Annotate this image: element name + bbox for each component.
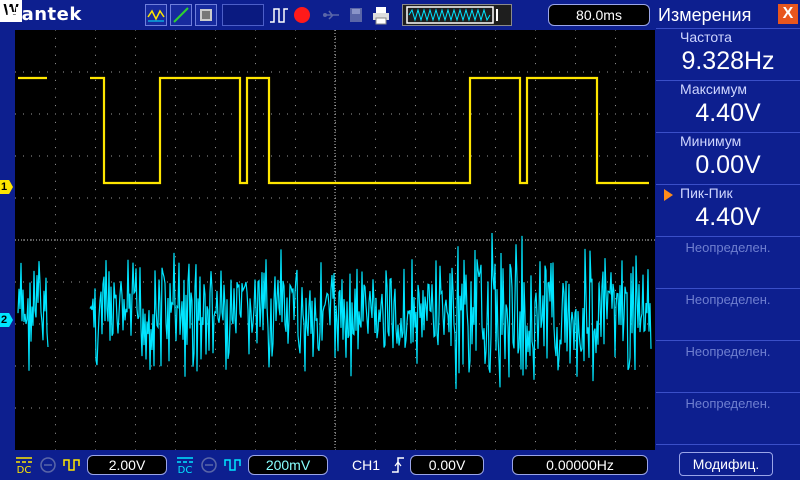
measurement-peak-to-peak[interactable]: Пик-Пик 4.40V [656,184,800,236]
ch1-bw-limit-icon[interactable] [38,456,58,474]
undefined-label: Неопределен. [685,396,771,411]
print-icon[interactable] [370,4,392,26]
persist-icon[interactable] [195,4,217,26]
waveform-traces [17,76,652,390]
measurement-label: Минимум [680,133,742,149]
measurement-slot-6[interactable]: Неопределен. [656,288,800,340]
panel-divider [656,444,800,446]
measurement-value: 4.40V [695,203,761,231]
measurement-value: 9.328Hz [681,47,775,75]
measurement-label: Пик-Пик [680,185,733,201]
close-panel-button[interactable]: X [778,4,798,24]
trigger-rising-edge-icon[interactable] [390,456,406,479]
selected-arrow-icon [664,189,673,201]
measurement-min[interactable]: Минимум 0.00V [656,132,800,184]
line-mode-icon[interactable] [170,4,192,26]
undefined-label: Неопределен. [685,292,771,307]
oscilloscope-screen [15,30,655,450]
measurement-slot-5[interactable]: Неопределен. [656,236,800,288]
ch1-trace [18,76,649,185]
ch2-level-marker[interactable]: 2 [0,313,13,327]
ch1-coupling-text: DC [17,465,32,474]
ch2-bw-limit-icon[interactable] [199,456,219,474]
ch1-level-marker[interactable]: 1 [0,180,13,194]
trigger-frequency: 0.00000Hz [512,455,648,475]
measurement-max[interactable]: Максимум 4.40V [656,80,800,132]
ch1-coupling-icon[interactable]: DC [14,456,34,476]
measurement-slot-8[interactable]: Неопределен. [656,392,800,444]
measurement-value: 4.40V [695,99,761,127]
undefined-label: Неопределен. [685,344,771,359]
top-toolbar: Hantek W 80.0ms [0,0,656,30]
measurement-frequency[interactable]: Частота 9.328Hz [656,28,800,80]
trigger-source[interactable]: CH1 [352,455,380,475]
empty-slot [222,4,264,26]
timebase-display[interactable]: 80.0ms [548,4,650,26]
ch2-volts-div[interactable]: 200mV [248,455,328,475]
record-icon[interactable] [294,7,310,23]
measurement-slot-7[interactable]: Неопределен. [656,340,800,392]
ch1-invert-icon[interactable] [62,456,84,474]
bottom-status-bar: DC 2.00V DC 200mV CH1 0.00V 0.00000Hz [0,450,656,480]
trigger-level[interactable]: 0.00V [410,455,484,475]
run-pulse-icon[interactable] [268,4,290,26]
ch2-invert-icon[interactable] [223,456,245,474]
undefined-label: Неопределен. [685,240,771,255]
measurement-value: 0.00V [695,151,761,179]
usb-icon [322,4,342,26]
measurement-label: Частота [680,29,732,45]
measurements-panel: Измерения X Частота 9.328Hz Максимум 4.4… [656,0,800,480]
disk-icon [346,4,366,26]
waveform-mode-icon[interactable] [145,4,167,26]
memory-waveform-icon[interactable] [402,4,512,26]
ch2-coupling-icon[interactable]: DC [175,456,195,476]
modify-button[interactable]: Модифиц. [679,452,773,476]
brand-logo: Hantek [6,4,82,25]
measurement-label: Максимум [680,81,747,97]
ch2-coupling-text: DC [178,465,193,474]
ch1-volts-div[interactable]: 2.00V [87,455,167,475]
ch2-trace [17,232,652,390]
